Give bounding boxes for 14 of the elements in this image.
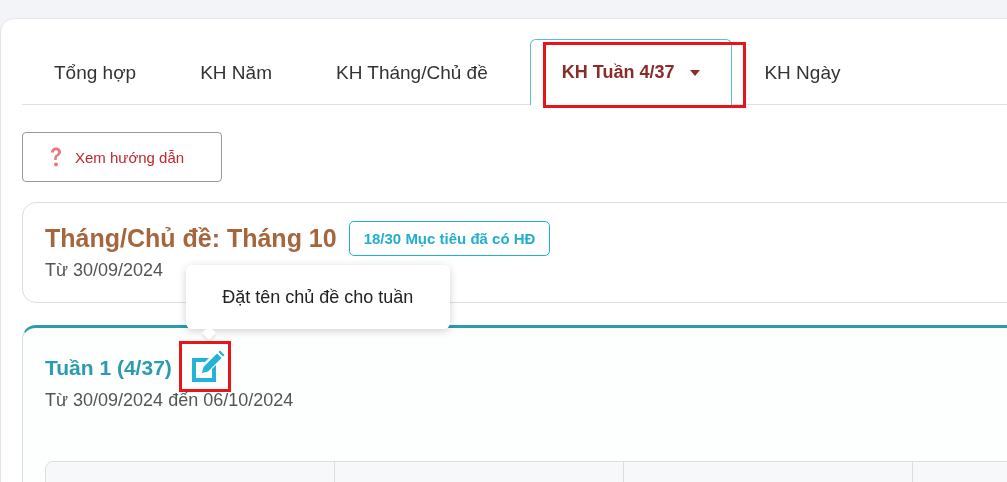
week-title: Tuần 1 (4/37) — [45, 356, 172, 380]
month-title: Tháng/Chủ đề: Tháng 10 — [45, 224, 337, 253]
caret-icon — [690, 69, 701, 76]
question-icon — [49, 146, 63, 168]
tab[interactable]: KH Năm — [168, 39, 304, 105]
date-range: Từ 30/09/2024 — [45, 260, 165, 281]
tab[interactable]: Tổng hợp — [22, 39, 169, 105]
tooltip: Đặt tên chủ đề cho tuần — [185, 265, 450, 329]
tab[interactable]: KH Tuần 4/37 — [529, 39, 733, 105]
guide-button[interactable]: Xem hướng dẫn — [22, 132, 222, 182]
tab[interactable]: KH Ngày — [732, 39, 873, 105]
date-range: Từ 30/09/2024 đến 06/10/2024 — [45, 390, 295, 411]
goal-badge: 18/30 Mục tiêu đã có HĐ — [348, 221, 551, 256]
tab[interactable]: KH Tháng/Chủ đề — [304, 39, 520, 105]
